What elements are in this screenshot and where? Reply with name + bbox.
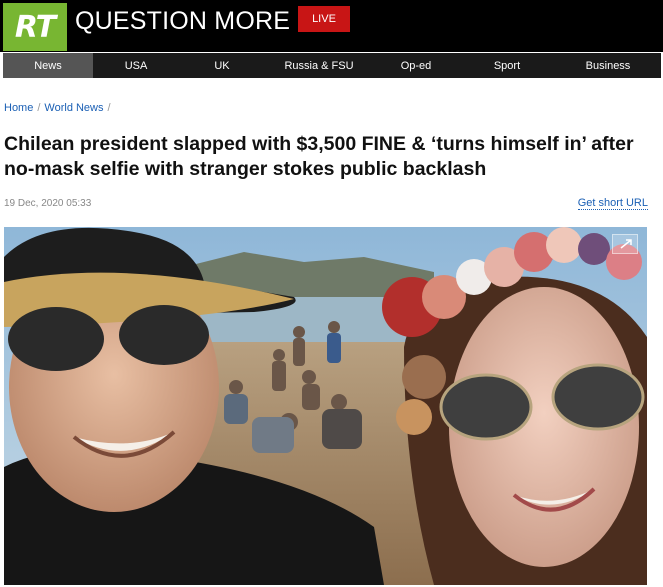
article-title: Chilean president slapped with $3,500 FI…: [4, 133, 634, 180]
logo-text: RT: [14, 9, 56, 45]
article-photo[interactable]: [4, 227, 647, 585]
site-header: RT QUESTION MORE LIVE: [0, 0, 663, 52]
rt-logo[interactable]: RT: [3, 3, 67, 51]
main-nav: News USA UK Russia & FSU Op-ed Sport Bus…: [3, 53, 661, 78]
nav-item-usa[interactable]: USA: [93, 53, 179, 78]
site-slogan: QUESTION MORE: [75, 7, 291, 35]
breadcrumb-world-news[interactable]: World News: [44, 102, 103, 114]
nav-item-news[interactable]: News: [3, 53, 93, 78]
woman-figure: [404, 276, 647, 585]
expand-icon: [620, 239, 632, 249]
breadcrumb: Home / World News /: [4, 102, 111, 114]
breadcrumb-home[interactable]: Home: [4, 102, 33, 114]
live-button[interactable]: LIVE: [298, 6, 350, 32]
article-date: 19 Dec, 2020 05:33: [4, 198, 92, 209]
nav-item-russia-fsu[interactable]: Russia & FSU: [265, 53, 373, 78]
breadcrumb-separator: /: [37, 102, 41, 114]
get-short-url-link[interactable]: Get short URL: [577, 197, 648, 210]
nav-item-uk[interactable]: UK: [179, 53, 265, 78]
breadcrumb-separator: /: [107, 102, 111, 114]
nav-item-op-ed[interactable]: Op-ed: [373, 53, 459, 78]
expand-photo-button[interactable]: [612, 234, 638, 254]
nav-item-business[interactable]: Business: [555, 53, 661, 78]
nav-item-sport[interactable]: Sport: [459, 53, 555, 78]
